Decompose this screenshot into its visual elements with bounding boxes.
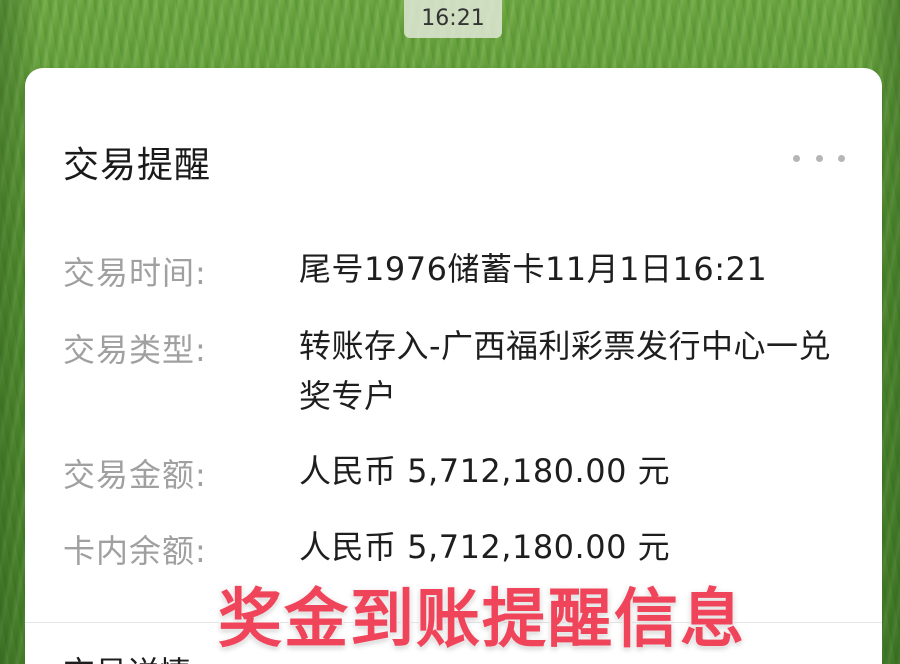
transaction-type-label: 交易类型: <box>63 331 207 369</box>
transaction-time-value: 尾号1976储蓄卡11月1日16:21 <box>299 250 768 288</box>
more-dot <box>838 154 845 162</box>
more-horizontal-icon[interactable] <box>793 146 845 170</box>
transaction-time-label: 交易时间: <box>63 254 207 292</box>
transaction-type-value: 转账存入-广西福利彩票发行中心一兑奖专户 <box>299 327 832 415</box>
overlay-caption: 奖金到账提醒信息 <box>217 582 746 659</box>
card-title: 交易提醒 <box>63 145 212 186</box>
more-dot <box>815 154 823 162</box>
card-balance-label: 卡内余额: <box>63 532 207 570</box>
transaction-amount-label: 交易金额: <box>63 456 207 494</box>
chat-timestamp: 16:21 <box>404 0 502 38</box>
more-dot <box>793 154 800 162</box>
transaction-details-link[interactable]: 交易详情 <box>63 648 191 664</box>
transaction-amount-value: 人民币 5,712,180.00 元 <box>299 452 671 490</box>
card-balance-value: 人民币 5,712,180.00 元 <box>299 528 671 566</box>
